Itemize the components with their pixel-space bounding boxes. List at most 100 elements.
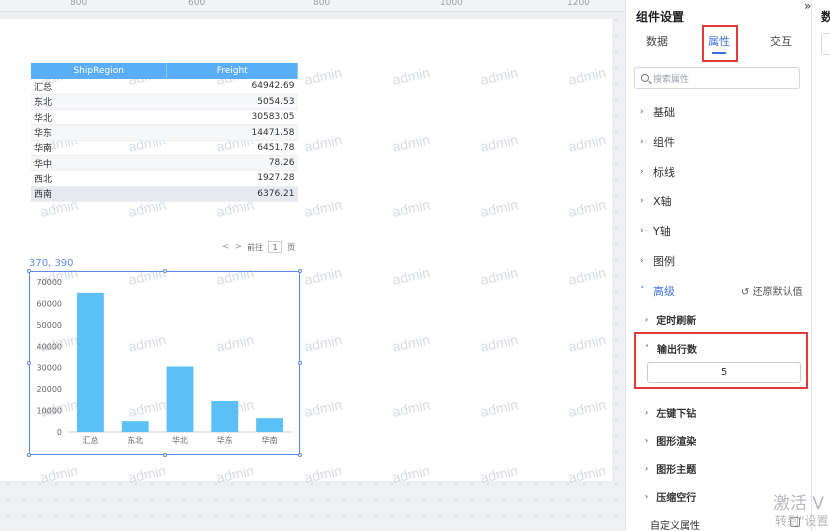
table-cell: 西北 [31,170,167,187]
section-label: 组件 [653,136,675,149]
advanced-item-label: 图形渲染 [656,437,697,448]
tab-label: 交互 [770,35,792,48]
resize-handle[interactable] [298,361,302,365]
bar[interactable] [211,400,239,432]
chevron-right-icon: › [640,256,644,266]
advanced-item-label: 图形主题 [656,465,697,476]
advanced-item-output-rows[interactable]: ˅ 输出行数 [645,341,697,356]
advanced-item-refresh[interactable]: › 定时刷新 [645,312,696,327]
table-row[interactable]: 华东 14471.58 [31,124,298,141]
resize-handle[interactable] [27,361,31,365]
table-cell: 78.26 [166,155,298,172]
chevron-right-icon: › [640,137,644,147]
highlight-box [702,25,738,62]
section-basic[interactable]: › 基础 [640,104,675,120]
table-row[interactable]: 华南 6451.78 [31,140,298,156]
table-row[interactable]: 华北 30583.05 [31,109,298,126]
advanced-item-label: 输出行数 [657,345,697,356]
resize-handle[interactable] [298,269,302,273]
table-row[interactable]: 华中 78.26 [31,155,298,172]
section-label: Y轴 [653,225,671,238]
section-label: 高级 [653,285,675,298]
section-component[interactable]: › 组件 [640,134,675,150]
chevron-right-icon: › [645,464,649,473]
bar[interactable] [166,366,194,432]
chevron-right-icon: › [645,492,649,501]
section-markline[interactable]: › 标线 [640,164,675,180]
selection-coordinates: 370, 390 [29,258,74,269]
advanced-item-render[interactable]: › 图形渲染 [645,433,696,448]
prev-page-button[interactable]: < [222,242,230,252]
table-cell: 华东 [31,124,167,141]
table-row[interactable]: 汇总 64942.69 [31,79,298,95]
activation-watermark: 激活 V [773,494,825,514]
search-placeholder: 搜索属性 [653,74,690,85]
y-tick-label: 30000 [37,364,62,373]
section-y-axis[interactable]: › Y轴 [640,223,671,239]
y-tick-label: 60000 [37,299,62,308]
custom-attr-label: 自定义属性 [650,521,700,531]
chevron-right-icon: › [640,167,644,177]
table-cell: 30583.05 [166,109,298,126]
page-suffix: 页 [287,242,296,252]
advanced-item-compress[interactable]: › 压缩空行 [645,489,696,504]
goto-label: 前往 [247,242,264,252]
chevron-right-icon: › [645,408,649,417]
column-header[interactable]: ShipRegion [31,63,168,79]
chevron-right-icon: › [640,196,644,206]
resize-handle[interactable] [163,453,167,457]
table-row[interactable]: 西南 6376.21 [31,186,298,202]
table-row[interactable]: 东北 5054.53 [31,94,298,111]
table-pager: < > 前往 1 页 [222,241,295,253]
search-icon [641,74,649,82]
next-page-button[interactable]: > [235,242,243,252]
section-advanced[interactable]: ˅ 高级 [640,283,675,299]
y-tick-label: 20000 [37,385,62,394]
designer-window: 800 600 800 1000 1200 admin admin admin adm… [0,0,830,531]
property-search-input[interactable]: 搜索属性 [634,67,800,89]
horizontal-ruler: 800 600 800 1000 1200 [0,0,625,12]
collapse-icon[interactable]: » [804,0,811,13]
table-cell: 6451.78 [166,140,298,156]
bar-chart-component[interactable]: 70000 60000 50000 40000 30000 20000 10000 0 汇总 东北… [29,271,300,455]
ruler-mark: 600 [188,0,206,8]
restore-default-button[interactable]: ↺ 还原默认值 [741,283,803,298]
chevron-right-icon: › [640,226,644,236]
bar-chart: 70000 60000 50000 40000 30000 20000 10000 0 汇总 东北… [37,278,292,445]
advanced-item-theme[interactable]: › 图形主题 [645,461,696,476]
x-tick-label: 汇总 [82,435,98,445]
activation-watermark-sub: 转到"设置 [775,514,829,528]
section-label: 图例 [653,255,675,268]
tab-interaction[interactable]: 交互 [750,32,812,58]
table-cell: 64942.69 [166,79,298,95]
column-header[interactable]: Freight [166,63,298,79]
tab-data[interactable]: 数据 [626,32,688,58]
data-table[interactable]: ShipRegion Freight 汇总 64942.69 东北 5054.53 … [31,63,298,202]
page-number-input[interactable]: 1 [268,241,283,253]
resize-handle[interactable] [27,269,31,273]
section-x-axis[interactable]: › X轴 [640,193,672,209]
section-label: 基础 [653,106,675,119]
chevron-right-icon: › [640,107,644,117]
advanced-item-drilldown[interactable]: › 左键下钻 [645,405,696,420]
table-row[interactable]: 西北 1927.28 [31,170,298,187]
table-cell: 5054.53 [166,94,298,111]
table-cell: 西南 [31,186,167,202]
bar[interactable] [121,421,149,432]
section-label: X轴 [653,195,672,208]
resize-handle[interactable] [298,453,302,457]
table-cell: 华南 [31,140,167,156]
y-tick-label: 0 [57,428,62,437]
ruler-mark: 1200 [567,0,590,8]
chevron-right-icon: › [645,315,649,324]
section-legend[interactable]: › 图例 [640,253,675,269]
output-rows-input[interactable]: 5 [647,362,801,383]
bar[interactable] [76,292,104,432]
bar[interactable] [256,418,284,432]
resize-handle[interactable] [163,269,167,273]
resize-handle[interactable] [27,453,31,457]
table-cell: 华北 [31,109,167,126]
x-tick-label: 华南 [262,435,278,445]
data-panel-input[interactable] [821,33,830,55]
x-tick-label: 东北 [127,435,143,445]
